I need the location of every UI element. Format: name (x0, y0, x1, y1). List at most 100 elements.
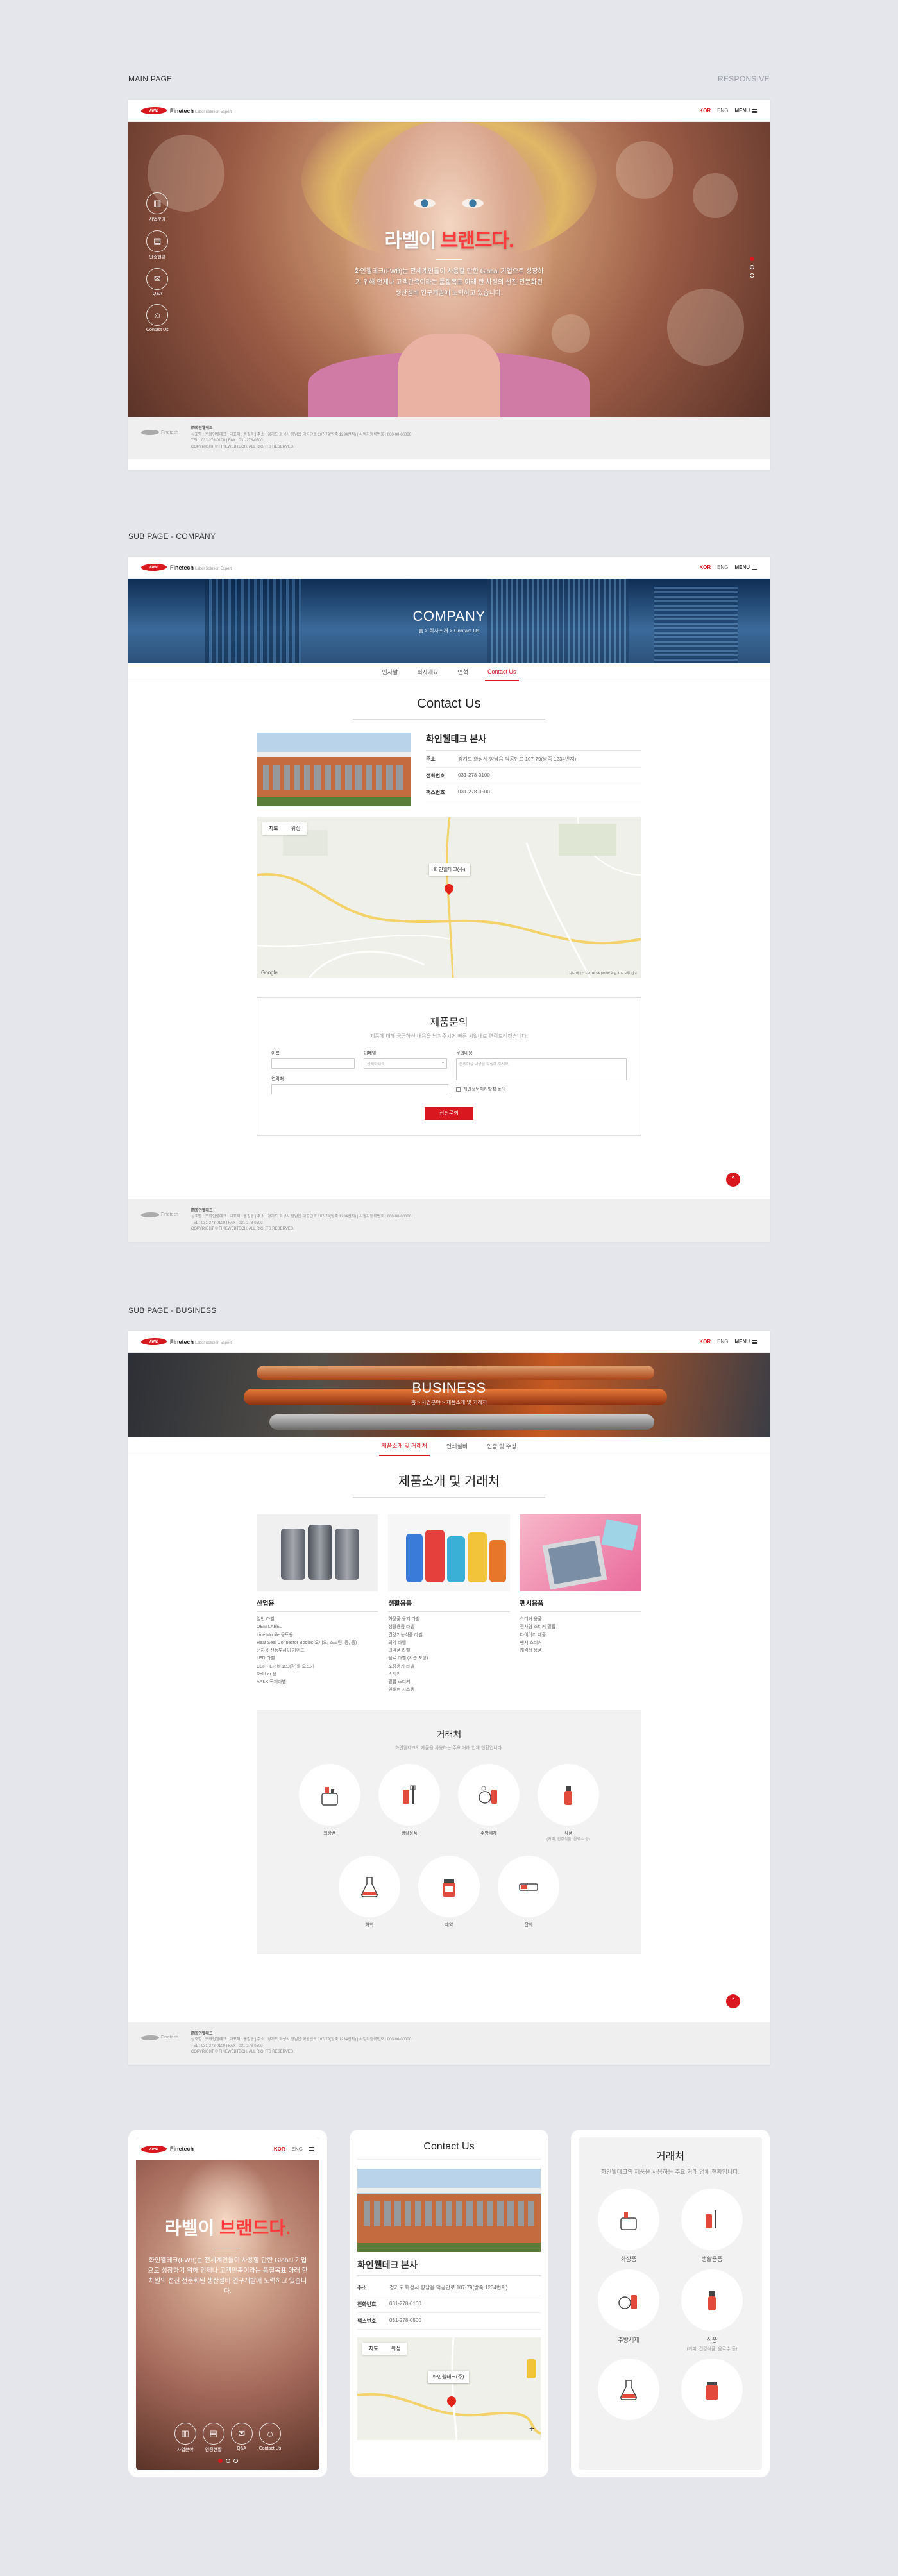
footer-line: TEL : 031-278-0100 | FAX : 031-278-0500 (191, 2044, 263, 2048)
sub-tabs: 인사말 회사개요 연혁 Contact Us (128, 663, 770, 681)
hq-address: 경기도 화성시 향남읍 덕공단로 107-79(방죽 1234번지) (458, 756, 577, 762)
mobile-location-map[interactable]: 지도 위성 화인웰테크(주) + (357, 2337, 541, 2440)
hq-phone: 031-278-0100 (458, 772, 490, 778)
category-title: 생활용품 (388, 1598, 510, 1612)
client-detergent: 주방세제 (597, 2269, 661, 2352)
slider-dot[interactable] (750, 273, 754, 278)
product-categories: 산업용 일반 라벨 OEM LABEL Line Mobile 용도용 Heat… (257, 1514, 641, 1695)
privacy-agree[interactable]: 개인정보처리방침 동의 (456, 1086, 627, 1092)
category-household: 생활용품 화장품 용기 라벨 생활용품 라벨 건강기능식품 라벨 의약 라벨 의… (388, 1514, 510, 1695)
quick-qna[interactable]: ✉ Q&A (230, 2423, 253, 2453)
client-chemical: 화학 (337, 1856, 402, 1929)
name-input[interactable] (271, 1058, 355, 1069)
hamburger-icon (752, 1339, 757, 1344)
lang-eng-link[interactable]: ENG (717, 1339, 728, 1344)
logo[interactable]: FINE Finetech Label Solution Expert (140, 1338, 232, 1345)
client-household: 생활용품 (680, 2188, 744, 2264)
sub-tabs: 제품소개 및 거래처 인쇄설비 인증 및 수상 (128, 1436, 770, 1456)
scroll-top-button[interactable]: ⌃ (726, 1994, 740, 2008)
slider-dot-active[interactable] (750, 257, 754, 261)
tab-printing-equipment[interactable]: 인쇄설비 (444, 1437, 470, 1455)
people-icon: ☺ (146, 304, 169, 326)
map-tab-map[interactable]: 지도 (262, 822, 285, 835)
street-view-icon[interactable] (527, 2359, 536, 2378)
tab-products-clients[interactable]: 제품소개 및 거래처 (378, 1436, 430, 1456)
footer-copyright: COPYRIGHT © FINEWEBTECH. ALL RIGHTS RESE… (191, 445, 294, 449)
category-item: Heat Seal Connector Bodies(오디오, 스크린, 등, … (257, 1640, 357, 1645)
map-tab-map[interactable]: 지도 (362, 2343, 385, 2355)
quick-business[interactable]: ▥ 사업분야 (146, 192, 169, 223)
slider-dot-active[interactable] (217, 2459, 223, 2463)
lang-kor-link[interactable]: KOR (699, 1339, 711, 1344)
flask-icon (339, 1856, 400, 1918)
dish-soap-icon (458, 1763, 520, 1826)
slider-pagination (750, 257, 754, 278)
quick-contact[interactable]: ☺ Contact Us (146, 304, 169, 332)
toothbrush-icon (378, 1763, 440, 1826)
hq-label: 팩스번호 (426, 790, 445, 795)
client-chemical (597, 2359, 661, 2421)
lang-eng-link[interactable]: ENG (717, 108, 728, 114)
zoom-in-icon[interactable]: + (529, 2423, 534, 2434)
lang-eng-link[interactable]: ENG (717, 564, 728, 570)
footer-line: TEL : 031-278-0100 | FAX : 031-278-0500 (191, 439, 263, 443)
tab-overview[interactable]: 회사개요 (414, 663, 441, 681)
menu-button[interactable]: MENU (734, 108, 757, 114)
map-tab-satellite[interactable]: 위성 (385, 2343, 407, 2355)
logo[interactable]: FINE Finetech Label Solution Expert (140, 564, 232, 571)
hq-info-block: 화인웰테크 본사 주소 경기도 화성시 향남읍 덕공단로 107-79(방죽 12… (257, 733, 641, 806)
footer-line: 상호명 : ㈜화인웰테크 | 대표자 : 홍길동 | 주소 : 경기도 화성시 … (191, 2038, 412, 2042)
tab-history[interactable]: 연혁 (455, 663, 471, 681)
lang-kor-link[interactable]: KOR (699, 564, 711, 570)
slider-dot[interactable] (225, 2459, 230, 2463)
scroll-top-button[interactable]: ⌃ (726, 1173, 740, 1187)
tab-certification[interactable]: 인증 및 수상 (484, 1437, 519, 1455)
map-marker-label: 화인웰테크(주) (429, 863, 470, 876)
category-item: 필름 스티커 (388, 1680, 411, 1684)
lang-kor-link[interactable]: KOR (274, 2146, 285, 2152)
quick-business[interactable]: ▥ 사업분야 (174, 2423, 196, 2453)
menu-button[interactable]: MENU (734, 564, 757, 570)
map-tab-satellite[interactable]: 위성 (285, 822, 307, 835)
menu-button[interactable]: MENU (734, 1339, 757, 1344)
inquiry-textarea[interactable]: 문의하실 내용을 작성해 주세요. (456, 1058, 627, 1080)
inquiry-label: 문의내용 (456, 1051, 473, 1056)
hq-fax: 031-278-0500 (458, 789, 490, 795)
email-select[interactable]: 선택하세요 ▾ (364, 1058, 447, 1069)
slider-dot[interactable] (750, 265, 754, 269)
category-item: 화장품 용기 라벨 (388, 1617, 420, 1622)
page-title: 제품소개 및 거래처 (398, 1475, 500, 1489)
client-cosmetics: 화장품 (298, 1763, 362, 1843)
quick-certificate[interactable]: ▤ 인증현황 (202, 2423, 224, 2453)
hq-label: 주소 (426, 756, 436, 762)
client-misc: 잡화 (496, 1856, 561, 1929)
submit-button[interactable]: 상담문의 (425, 1107, 473, 1120)
banner-title: BUSINESS (412, 1380, 486, 1396)
breadcrumb: 홈 > 사업분야 > 제품소개 및 거래처 (411, 1400, 487, 1405)
hq-address: 경기도 화성시 향남읍 덕공단로 107-79(방죽 1234번지) (389, 2285, 508, 2291)
category-item: 음료 라벨 (시즌 포장) (388, 1656, 428, 1661)
tab-greeting[interactable]: 인사말 (379, 663, 400, 681)
logo-tagline: Label Solution Expert (195, 110, 232, 114)
logo[interactable]: FINE Finetech Label Solution Expert (140, 107, 232, 114)
hamburger-icon[interactable] (309, 2147, 314, 2151)
category-item: RoLLer 용 (257, 1672, 277, 1677)
business-page-frame: FINE Finetech Label Solution Expert KOR E… (128, 1331, 770, 2065)
hq-label: 팩스번호 (357, 2318, 377, 2324)
location-map[interactable]: 지도 위성 화인웰테크(주) Google 지도 데이터 ©2016 SK pla… (257, 817, 641, 978)
tab-contact-us[interactable]: Contact Us (485, 663, 519, 681)
hq-building-photo (257, 733, 411, 806)
lang-kor-link[interactable]: KOR (699, 108, 711, 114)
lang-eng-link[interactable]: ENG (292, 2146, 303, 2152)
quick-contact[interactable]: ☺ Contact Us (259, 2423, 281, 2453)
category-item: ARLK 국제라벨 (257, 1680, 286, 1684)
menu-label: MENU (734, 1339, 750, 1344)
checkbox-icon (456, 1087, 461, 1092)
inquiry-form: 제품문의 제품에 대해 궁금하신 내용을 남겨주시면 빠른 시일내로 연락드리겠… (257, 997, 641, 1136)
header: FINE Finetech Label Solution Expert KOR E… (128, 557, 770, 579)
slider-dot[interactable] (233, 2459, 238, 2463)
mobile-clients-description: 화인웰테크의 제품을 사용하는 주요 거래 업체 현황입니다. (600, 2169, 740, 2175)
chevron-down-icon: ▾ (441, 1062, 444, 1065)
people-icon: ☺ (259, 2423, 281, 2445)
menu-label: MENU (734, 108, 750, 114)
